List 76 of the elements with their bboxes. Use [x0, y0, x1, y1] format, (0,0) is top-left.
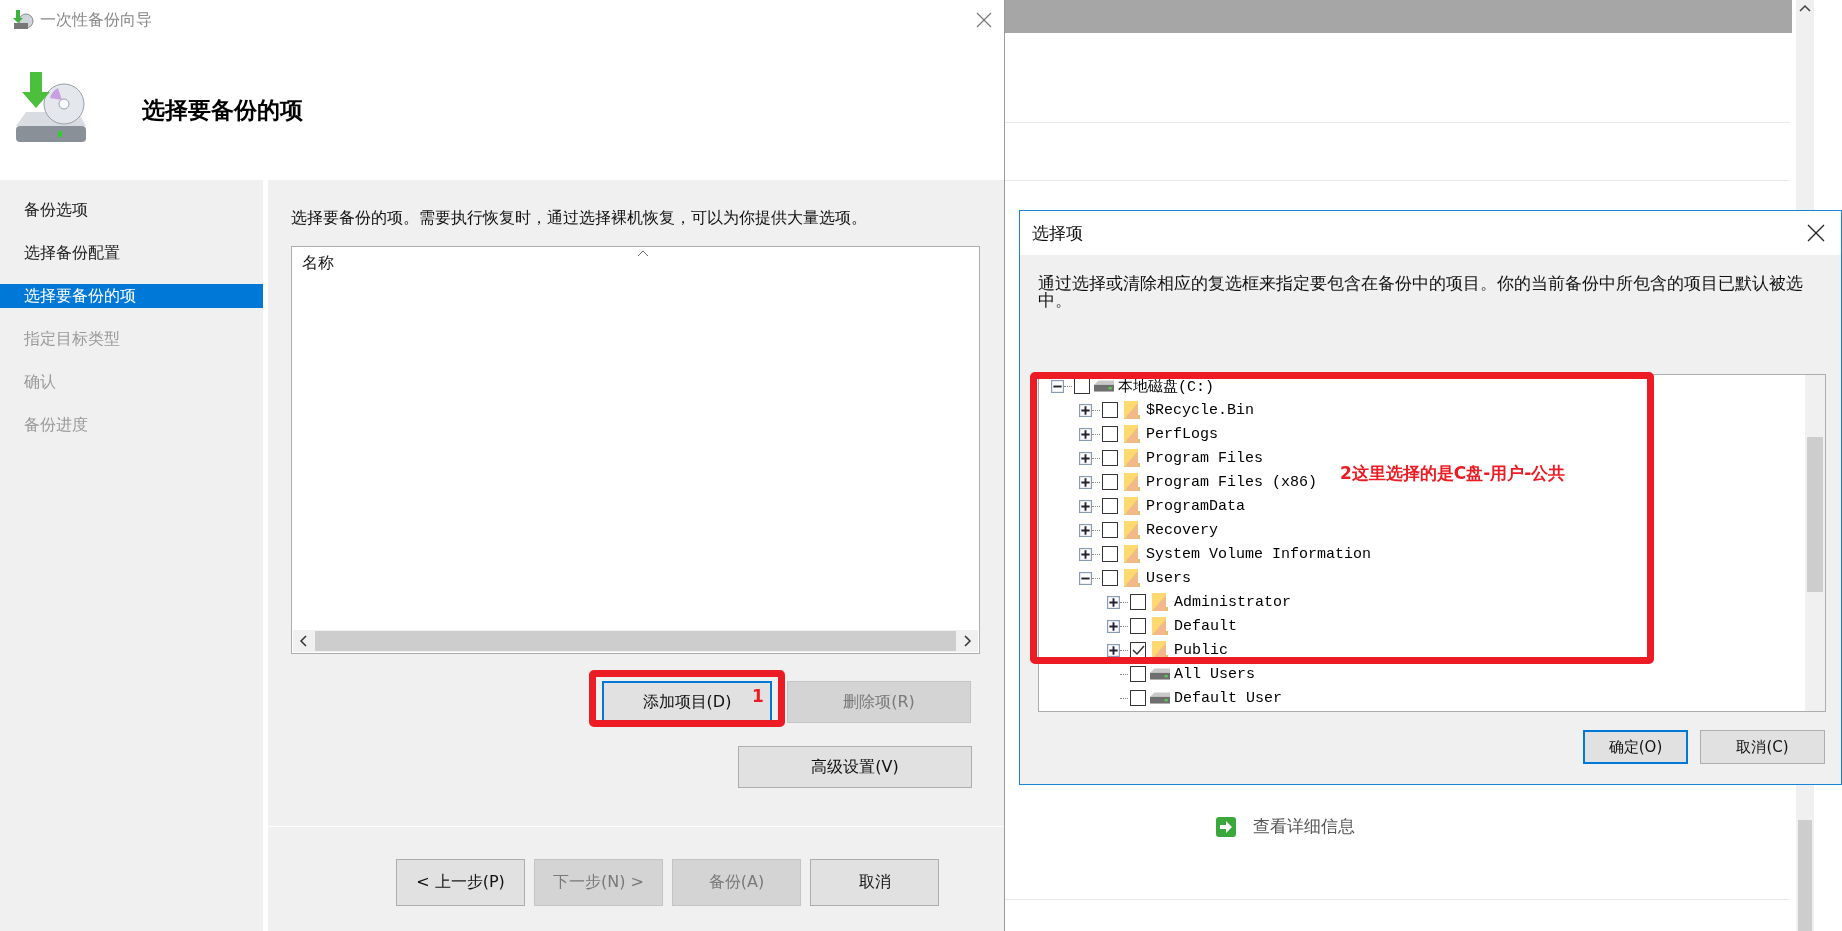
folder-icon — [1150, 592, 1170, 612]
checkbox[interactable] — [1102, 402, 1118, 418]
folder-icon — [1122, 424, 1142, 444]
scrollbar-thumb[interactable] — [1798, 820, 1812, 931]
folder-icon — [1150, 616, 1170, 636]
tree-item-label[interactable]: $Recycle.Bin — [1146, 401, 1255, 419]
folder-icon — [1122, 472, 1142, 492]
checkbox[interactable] — [1102, 570, 1118, 586]
drive-icon — [1150, 668, 1170, 680]
dialog-button[interactable]: 取消(C) — [1700, 730, 1825, 764]
tree-item-label[interactable]: Default User — [1174, 689, 1283, 707]
folder-icon — [1122, 448, 1142, 468]
tree-item-label[interactable]: Public — [1174, 641, 1228, 659]
checkbox[interactable] — [1102, 498, 1118, 514]
folder-icon — [1122, 544, 1142, 564]
expand-icon[interactable] — [1079, 475, 1092, 489]
vertical-scrollbar[interactable] — [1805, 375, 1825, 711]
folder-icon — [1122, 520, 1142, 540]
tree-item-label[interactable]: System Volume Information — [1146, 545, 1372, 563]
wizard-step[interactable]: 选择备份配置 — [0, 241, 263, 265]
drive-icon — [1150, 692, 1170, 704]
column-header[interactable]: 名称 — [302, 252, 334, 274]
annotation-text: 2这里选择的是C盘-用户-公共 — [1340, 462, 1566, 485]
wizard-step[interactable]: 选择要备份的项 — [0, 284, 263, 308]
expand-icon[interactable] — [1079, 499, 1092, 513]
page-heading: 选择要备份的项 — [142, 95, 303, 125]
expand-icon[interactable] — [1079, 403, 1092, 417]
tree-item-label[interactable]: Administrator — [1174, 593, 1292, 611]
wizard-step[interactable]: 备份选项 — [0, 198, 263, 222]
wizard-nav-button[interactable]: < 上一步(P) — [396, 859, 525, 906]
wizard-nav-button[interactable]: 取消 — [810, 859, 939, 906]
expand-icon[interactable] — [1107, 619, 1120, 633]
dialog-description: 通过选择或清除相应的复选框来指定要包含在备份中的项目。你的当前备份中所包含的项目已默认被选中。 — [1038, 275, 1804, 312]
dialog-button[interactable]: 确定(O) — [1583, 730, 1688, 764]
checkbox[interactable] — [1130, 690, 1146, 706]
folder-icon — [1122, 496, 1142, 516]
tree-item-label[interactable]: Default — [1174, 617, 1237, 635]
checkbox[interactable] — [1130, 642, 1146, 658]
tree-item-label[interactable]: PerfLogs — [1146, 425, 1218, 443]
expand-icon[interactable] — [1107, 595, 1120, 609]
checkbox[interactable] — [1102, 426, 1118, 442]
expand-icon[interactable] — [1079, 427, 1092, 441]
checkbox[interactable] — [1102, 450, 1118, 466]
checkbox[interactable] — [1130, 594, 1146, 610]
dialog-title: 选择项 — [1032, 221, 1084, 245]
tree-item-label[interactable]: 本地磁盘(C:) — [1118, 376, 1214, 396]
tree-item-label[interactable]: Users — [1146, 569, 1191, 587]
expand-icon[interactable] — [1107, 643, 1120, 657]
window-title: 一次性备份向导 — [40, 9, 153, 31]
tree-item-label[interactable]: All Users — [1174, 665, 1255, 683]
checkbox[interactable] — [1102, 546, 1118, 562]
folder-icon — [1122, 400, 1142, 420]
tree-item-label[interactable]: Program Files — [1146, 449, 1264, 467]
collapse-icon[interactable] — [1051, 379, 1064, 393]
advanced-settings-button[interactable]: 高级设置(V) — [738, 746, 972, 788]
checkbox[interactable] — [1102, 522, 1118, 538]
checkbox[interactable] — [1102, 474, 1118, 490]
tree-item-label[interactable]: Program Files (x86) — [1146, 473, 1318, 491]
tree-item-label[interactable]: ProgramData — [1146, 497, 1246, 515]
expand-icon[interactable] — [1079, 523, 1092, 537]
drive-icon — [1094, 380, 1114, 392]
folder-icon — [1122, 568, 1142, 588]
items-list[interactable]: 名称 — [291, 246, 980, 654]
arrow-right-icon — [1215, 815, 1237, 838]
scrollbar-thumb[interactable] — [1807, 437, 1823, 592]
backup-app-icon — [12, 9, 34, 31]
checkbox[interactable] — [1130, 618, 1146, 634]
expand-icon[interactable] — [1079, 451, 1092, 465]
annotation-text: 1 — [752, 686, 764, 706]
details-link[interactable]: 查看详细信息 — [1253, 815, 1355, 838]
checkbox[interactable] — [1130, 666, 1146, 682]
close-icon[interactable] — [1807, 224, 1825, 242]
tree-item-label[interactable]: Recovery — [1146, 521, 1218, 539]
collapse-icon[interactable] — [1079, 571, 1092, 585]
expand-icon[interactable] — [1079, 547, 1092, 561]
instruction-text: 选择要备份的项。需要执行恢复时，通过选择裸机恢复，可以为你提供大量选项。 — [291, 208, 868, 229]
